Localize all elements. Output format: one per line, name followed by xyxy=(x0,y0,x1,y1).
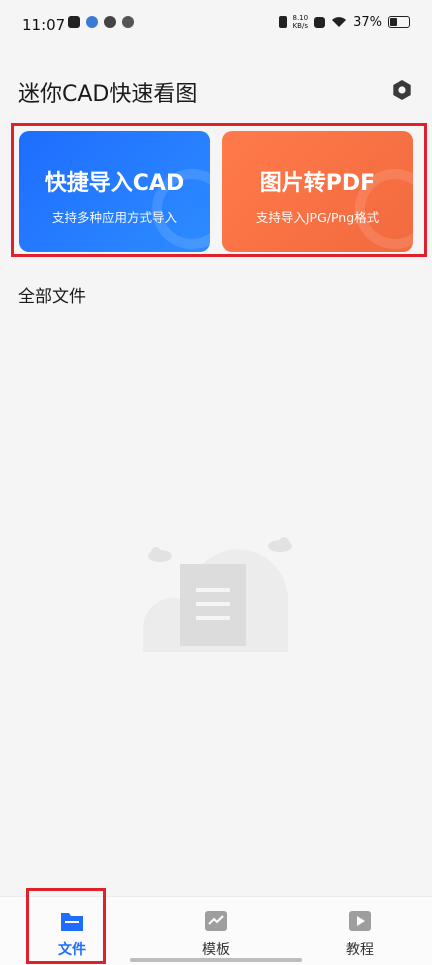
battery-percent: 37% xyxy=(353,14,382,30)
battery-icon xyxy=(388,16,410,28)
image-to-pdf-card[interactable]: 图片转PDF 支持导入JPG/Png格式 xyxy=(222,131,413,252)
tiktok-icon xyxy=(68,16,80,28)
tab-tutorial[interactable]: 教程 xyxy=(310,897,410,965)
tab-templates[interactable]: 模板 xyxy=(166,897,266,965)
notification-icons xyxy=(68,16,134,28)
all-files-title: 全部文件 xyxy=(18,287,86,307)
empty-state-illustration xyxy=(143,537,292,652)
status-right: 8.10 KB/s 37% xyxy=(278,14,410,30)
net-speed-value: 8.10 xyxy=(292,14,309,22)
vibrate-icon xyxy=(278,16,287,28)
files-tab-highlight xyxy=(26,888,106,964)
status-bar: 11:07 8.10 KB/s 37% xyxy=(0,0,432,52)
quick-action-banners: 快捷导入CAD 支持多种应用方式导入 图片转PDF 支持导入JPG/Png格式 xyxy=(11,123,427,257)
status-time: 11:07 xyxy=(22,16,66,34)
image-to-pdf-title: 图片转PDF xyxy=(259,171,376,196)
import-cad-title: 快捷导入CAD xyxy=(44,171,185,196)
fan-icon xyxy=(122,16,134,28)
sync-icon xyxy=(104,16,116,28)
image-to-pdf-subtitle: 支持导入JPG/Png格式 xyxy=(255,210,380,225)
sim-off-icon xyxy=(314,16,326,28)
import-cad-card[interactable]: 快捷导入CAD 支持多种应用方式导入 xyxy=(19,131,210,252)
chart-icon xyxy=(205,911,227,931)
tab-templates-label: 模板 xyxy=(202,942,230,958)
gear-icon xyxy=(393,80,411,100)
wifi-icon xyxy=(332,17,347,27)
import-cad-subtitle: 支持多种应用方式导入 xyxy=(51,210,177,225)
home-indicator[interactable] xyxy=(130,958,302,962)
play-icon xyxy=(349,911,371,931)
tab-tutorial-label: 教程 xyxy=(346,942,374,958)
settings-button[interactable] xyxy=(390,78,414,102)
net-speed-unit: KB/s xyxy=(292,22,308,30)
net-speed: 8.10 KB/s xyxy=(293,14,309,30)
app-notify-icon xyxy=(86,16,98,28)
app-title: 迷你CAD快速看图 xyxy=(18,82,198,107)
